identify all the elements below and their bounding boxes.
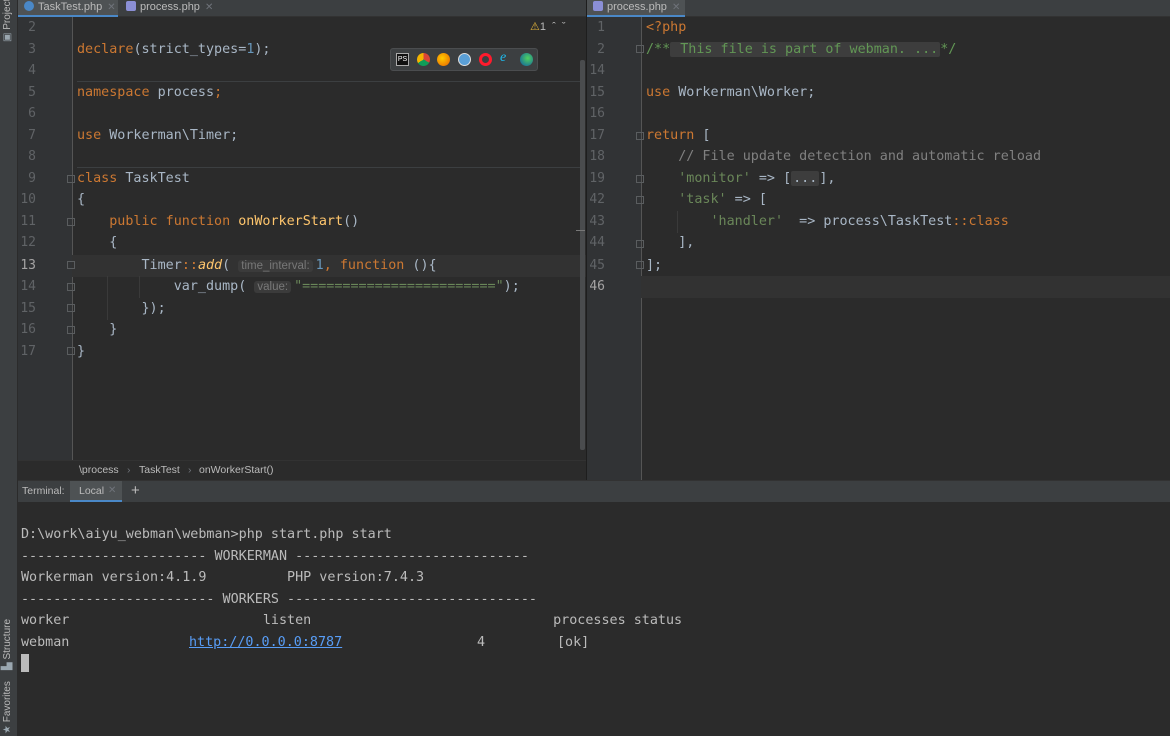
code-line-16: } xyxy=(109,322,118,337)
firefox-icon[interactable] xyxy=(437,53,450,66)
code-line-42: 'task' => [ xyxy=(678,192,767,207)
code-line-11: public function onWorkerStart() xyxy=(109,213,360,229)
breadcrumb-namespace[interactable]: \process xyxy=(79,461,119,480)
fold-marker-icon[interactable] xyxy=(636,240,644,248)
terminal-line: Workerman version:4.1.9 PHP version:7.4.… xyxy=(21,570,425,585)
terminal-line: worker listen processes status xyxy=(21,613,683,628)
code-line-15: use Workerman\Worker; xyxy=(646,84,816,100)
code-line-17: } xyxy=(77,343,86,359)
tab-local-terminal[interactable]: Local ✕ xyxy=(70,481,122,502)
code-line-2: /** This file is part of webman. ... */ xyxy=(646,41,957,57)
tab-tasktest[interactable]: TaskTest.php ✕ xyxy=(18,0,118,17)
code-line-13: Timer::add( time_interval: 1, function ()… xyxy=(141,257,437,273)
edge-icon[interactable] xyxy=(520,53,533,66)
add-terminal-button[interactable]: + xyxy=(131,482,140,499)
param-hint: time_interval: xyxy=(238,259,313,272)
terminal-output[interactable]: D:\work\aiyu_webman\webman>php start.php… xyxy=(18,502,1170,736)
tab-process-left[interactable]: process.php ✕ xyxy=(120,0,216,17)
chrome-icon[interactable] xyxy=(417,53,430,66)
fold-marker-icon[interactable] xyxy=(67,261,75,269)
caret-row-highlight xyxy=(641,276,1170,298)
code-line-19: 'monitor' => [...], xyxy=(678,170,836,186)
code-line-45: ]; xyxy=(646,257,663,273)
fold-marker-icon[interactable] xyxy=(636,45,644,53)
code-line-9: class TaskTest xyxy=(77,170,190,186)
left-editor-tabbar: TaskTest.php ✕ process.php ✕ xyxy=(18,0,586,17)
code-line-5: namespace process; xyxy=(77,84,223,100)
code-line-3: declare(strict_types=1); xyxy=(77,41,271,57)
terminal-label: Terminal: xyxy=(22,485,65,497)
php-file-icon xyxy=(593,1,603,11)
fold-marker-icon[interactable] xyxy=(67,347,75,355)
phpstorm-icon[interactable]: PS xyxy=(396,53,409,66)
breadcrumb-class[interactable]: TaskTest xyxy=(139,461,180,480)
browser-popup: PS e xyxy=(390,48,538,71)
listen-link[interactable]: http://0.0.0.0:8787 xyxy=(189,632,342,654)
code-line-17: return [ xyxy=(646,127,711,143)
inspection-widget[interactable]: ⚠1 ˆ ˇ xyxy=(530,20,566,33)
param-hint: value: xyxy=(254,281,292,293)
tab-process-right[interactable]: process.php ✕ xyxy=(587,0,685,17)
worker-processes: 4 xyxy=(477,634,486,650)
php-class-icon xyxy=(24,1,34,11)
code-line-15: }); xyxy=(141,300,166,316)
breadcrumb-method[interactable]: onWorkerStart() xyxy=(199,461,274,480)
close-icon[interactable]: ✕ xyxy=(108,485,116,496)
fold-marker-icon[interactable] xyxy=(636,175,644,183)
fold-marker-icon[interactable] xyxy=(67,218,75,226)
code-line-43: 'handler' => process\TaskTest::class xyxy=(710,213,1009,229)
safari-icon[interactable] xyxy=(458,53,471,66)
close-icon[interactable]: ✕ xyxy=(107,2,115,13)
breadcrumb: \process › TaskTest › onWorkerStart() xyxy=(18,460,586,480)
fold-marker-icon[interactable] xyxy=(636,132,644,140)
terminal-header: Terminal: Local ✕ + xyxy=(18,480,1170,502)
code-line-7: use Workerman\Timer; xyxy=(77,127,239,143)
terminal-line: ----------------------- WORKERMAN ------… xyxy=(21,548,529,564)
code-line-14: var_dump( value: "=======================… xyxy=(173,279,520,294)
structure-tool-tab[interactable]: ▙ Structure xyxy=(2,619,13,670)
favorites-tool-tab[interactable]: ★ Favorites xyxy=(2,681,13,734)
worker-status: [ok] xyxy=(557,634,590,650)
code-line-1: <?php xyxy=(646,20,687,35)
code-line-10: { xyxy=(77,192,86,207)
code-line-12: { xyxy=(109,235,118,250)
terminal-line: D:\work\aiyu_webman\webman>php start.php… xyxy=(21,527,392,542)
code-line-44: ], xyxy=(678,235,695,250)
terminal-line: ------------------------ WORKERS -------… xyxy=(21,591,537,607)
folded-region[interactable]: ... xyxy=(791,170,820,186)
fold-marker-icon[interactable] xyxy=(67,175,75,183)
chevron-up-icon[interactable]: ˆ xyxy=(552,21,556,33)
breadcrumb-separator-icon: › xyxy=(127,464,131,476)
fold-marker-icon[interactable] xyxy=(67,283,75,291)
opera-icon[interactable] xyxy=(479,53,492,66)
fold-marker-icon[interactable] xyxy=(67,304,75,312)
right-editor-tabbar: process.php ✕ xyxy=(587,0,1170,17)
ie-icon[interactable]: e xyxy=(500,50,506,66)
chevron-down-icon[interactable]: ˇ xyxy=(562,21,566,33)
fold-marker-icon[interactable] xyxy=(636,196,644,204)
worker-name: webman xyxy=(21,634,70,650)
close-icon[interactable]: ✕ xyxy=(672,2,680,13)
fold-marker-icon[interactable] xyxy=(67,326,75,334)
fold-marker-icon[interactable] xyxy=(636,261,644,269)
close-icon[interactable]: ✕ xyxy=(205,2,213,13)
terminal-cursor xyxy=(21,654,29,676)
php-file-icon xyxy=(126,1,136,11)
code-line-18: // File update detection and automatic r… xyxy=(678,149,1042,164)
breadcrumb-separator-icon: › xyxy=(188,464,192,476)
warning-icon: ⚠ xyxy=(530,21,540,33)
